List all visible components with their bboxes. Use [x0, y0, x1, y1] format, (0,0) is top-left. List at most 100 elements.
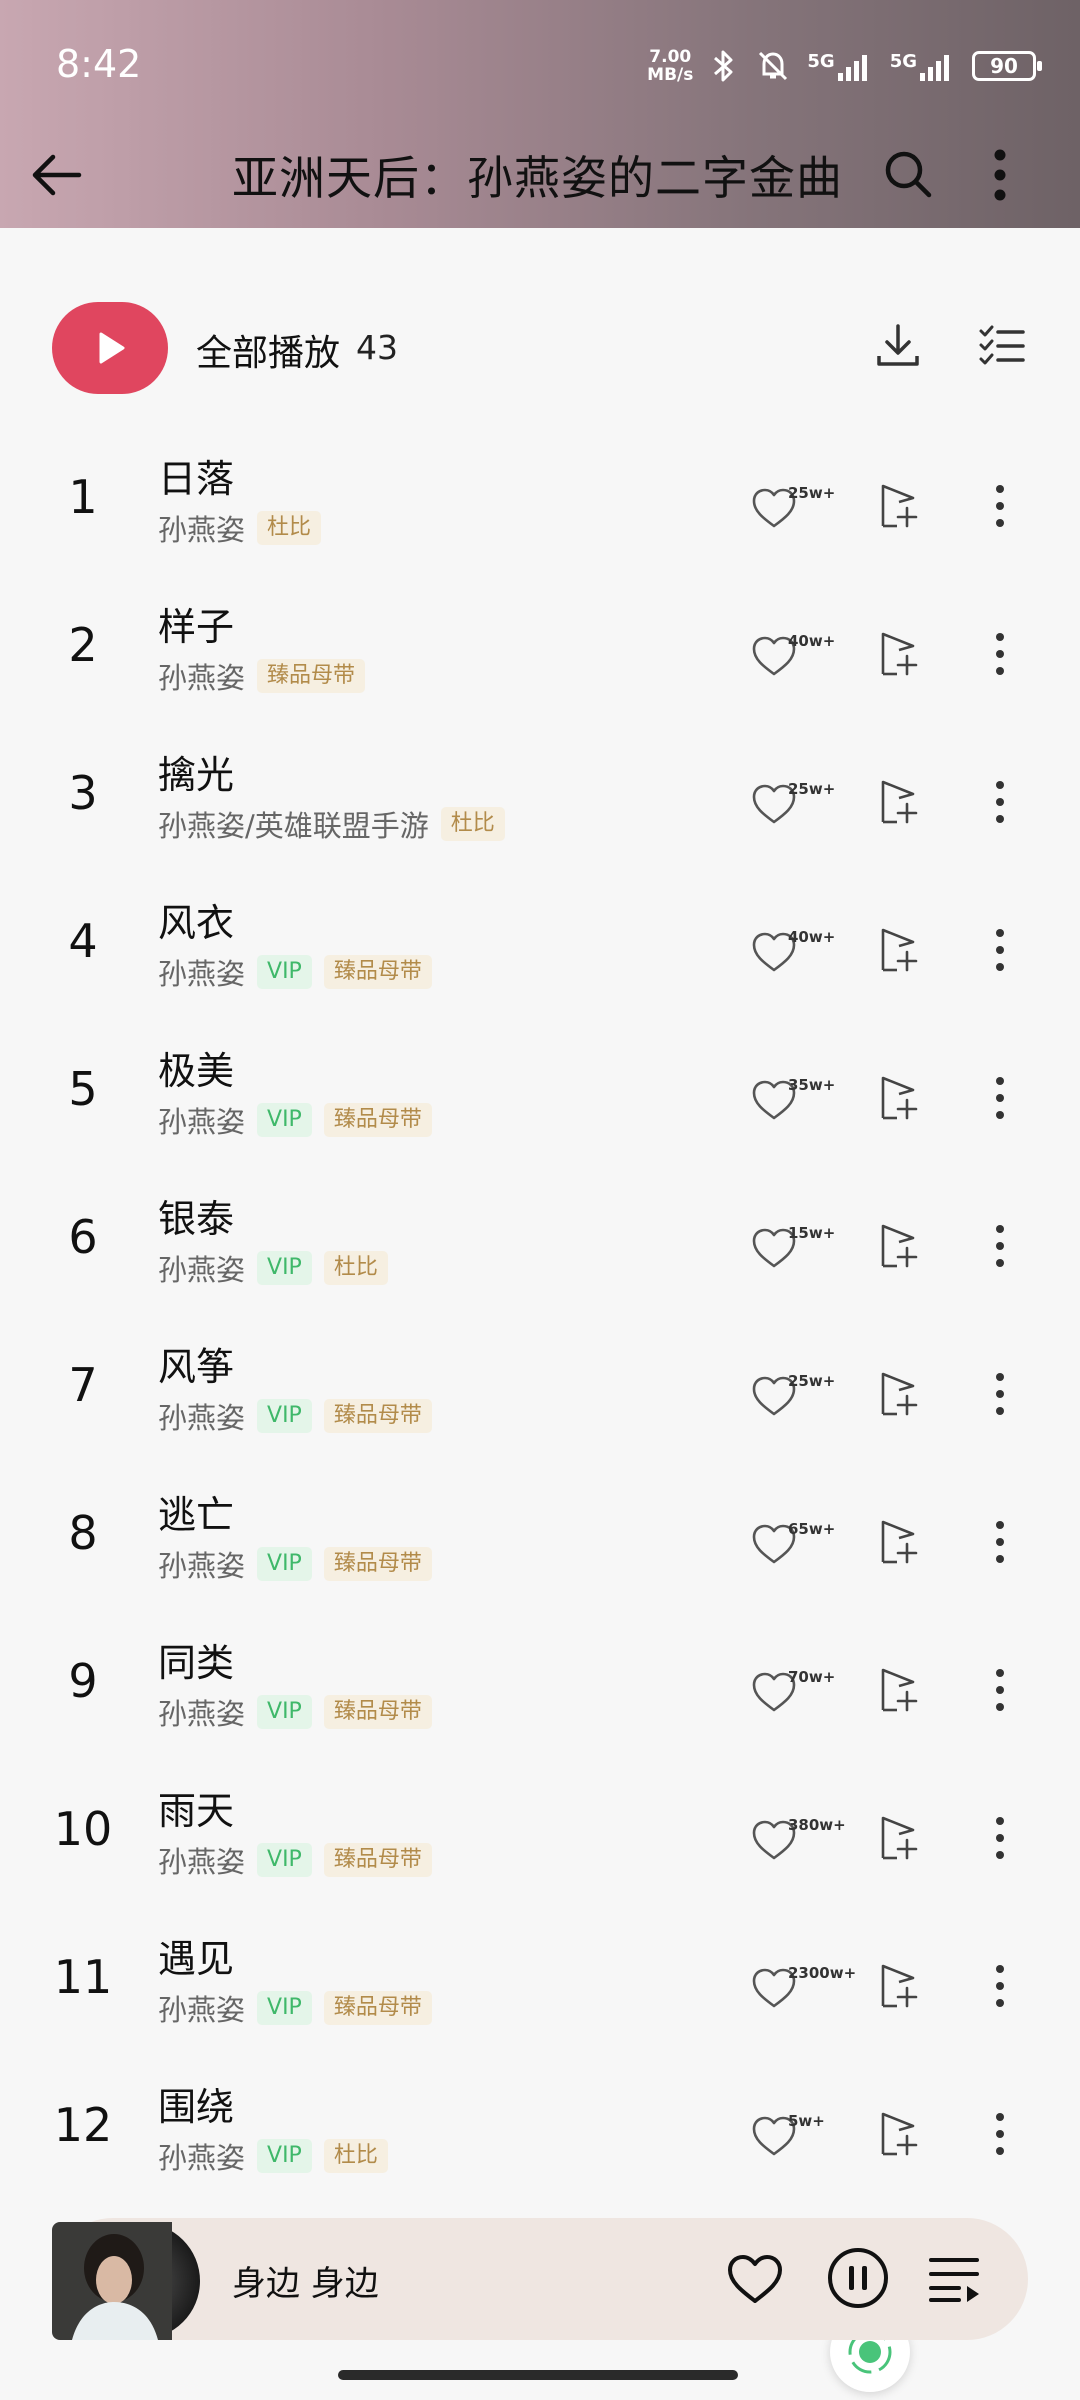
- player-like-button[interactable]: [722, 2246, 788, 2312]
- song-artist: 孙燕姿: [158, 1401, 246, 1435]
- download-button[interactable]: [868, 316, 928, 376]
- song-artist: 孙燕姿: [158, 513, 246, 547]
- checklist-icon: [979, 325, 1025, 365]
- more-button[interactable]: [970, 140, 1030, 210]
- arrow-left-icon: [32, 154, 82, 196]
- more-vertical-icon: [996, 1077, 1004, 1119]
- quality-badge: 杜比: [323, 2139, 388, 2173]
- pause-button[interactable]: [824, 2244, 892, 2312]
- like-count: 15w+: [788, 1224, 836, 1242]
- bell-off-icon: [759, 51, 788, 81]
- quality-badge: 臻品母带: [323, 1695, 432, 1729]
- song-artist: 孙燕姿: [158, 1697, 246, 1731]
- song-row[interactable]: 10 雨天 孙燕姿 VIP 臻品母带 380w+: [0, 1772, 1080, 1920]
- song-title: 银泰: [158, 1197, 235, 1241]
- song-row[interactable]: 6 银泰 孙燕姿 VIP 杜比 15w+: [0, 1180, 1080, 1328]
- song-more-button[interactable]: [970, 770, 1030, 834]
- like-button[interactable]: 35w+: [748, 1058, 868, 1138]
- search-button[interactable]: [876, 142, 940, 206]
- mini-player[interactable]: 身边 身边: [52, 2218, 1028, 2340]
- music-add-icon: [881, 1816, 918, 1860]
- music-add-icon: [881, 484, 918, 528]
- add-to-playlist-button[interactable]: [872, 626, 928, 682]
- playlist-button[interactable]: [922, 2246, 988, 2312]
- like-button[interactable]: 25w+: [748, 762, 868, 842]
- more-vertical-icon: [996, 1817, 1004, 1859]
- song-more-button[interactable]: [970, 1510, 1030, 1574]
- network-type-label: 5G: [889, 51, 917, 72]
- network-speed-value: 7.00: [649, 47, 692, 67]
- now-playing-title[interactable]: 身边 身边: [232, 2256, 379, 2305]
- back-button[interactable]: [22, 140, 92, 210]
- song-row[interactable]: 7 风筝 孙燕姿 VIP 臻品母带 25w+: [0, 1328, 1080, 1476]
- like-button[interactable]: 15w+: [748, 1206, 868, 1286]
- signal-bars-icon: [837, 55, 867, 81]
- song-title: 日落: [158, 457, 235, 501]
- like-button[interactable]: 25w+: [748, 466, 868, 546]
- like-button[interactable]: 2300w+: [748, 1946, 868, 2026]
- song-number: 3: [68, 766, 98, 820]
- song-row[interactable]: 11 遇见 孙燕姿 VIP 臻品母带 2300w+: [0, 1920, 1080, 2068]
- more-vertical-icon: [996, 1669, 1004, 1711]
- more-vertical-icon: [994, 149, 1006, 201]
- more-vertical-icon: [996, 781, 1004, 823]
- play-all-button[interactable]: [52, 302, 168, 394]
- vip-badge: VIP: [257, 1103, 312, 1137]
- multi-select-button[interactable]: [972, 316, 1032, 376]
- add-to-playlist-button[interactable]: [872, 1514, 928, 1570]
- album-cover[interactable]: [52, 2222, 200, 2340]
- quality-badge: 臻品母带: [323, 1103, 432, 1137]
- add-to-playlist-button[interactable]: [872, 1218, 928, 1274]
- song-more-button[interactable]: [970, 474, 1030, 538]
- home-indicator[interactable]: [338, 2370, 738, 2380]
- add-to-playlist-button[interactable]: [872, 478, 928, 534]
- song-more-button[interactable]: [970, 1806, 1030, 1870]
- more-vertical-icon: [996, 633, 1004, 675]
- like-button[interactable]: 25w+: [748, 1354, 868, 1434]
- like-button[interactable]: 380w+: [748, 1798, 868, 1878]
- song-more-button[interactable]: [970, 1214, 1030, 1278]
- song-row[interactable]: 8 逃亡 孙燕姿 VIP 臻品母带 65w+: [0, 1476, 1080, 1624]
- add-to-playlist-button[interactable]: [872, 1810, 928, 1866]
- like-button[interactable]: 70w+: [748, 1650, 868, 1730]
- like-button[interactable]: 65w+: [748, 1502, 868, 1582]
- play-all-label[interactable]: 全部播放: [196, 324, 340, 376]
- add-to-playlist-button[interactable]: [872, 774, 928, 830]
- music-add-icon: [881, 632, 918, 676]
- song-meta: 孙燕姿 杜比: [158, 508, 322, 548]
- like-button[interactable]: 5w+: [748, 2094, 868, 2174]
- song-more-button[interactable]: [970, 622, 1030, 686]
- add-to-playlist-button[interactable]: [872, 1366, 928, 1422]
- like-button[interactable]: 40w+: [748, 614, 868, 694]
- song-more-button[interactable]: [970, 918, 1030, 982]
- song-more-button[interactable]: [970, 1658, 1030, 1722]
- vip-badge: VIP: [257, 1991, 312, 2025]
- like-button[interactable]: 40w+: [748, 910, 868, 990]
- song-row[interactable]: 5 极美 孙燕姿 VIP 臻品母带 35w+: [0, 1032, 1080, 1180]
- music-add-icon: [881, 2112, 918, 2156]
- song-artist: 孙燕姿: [158, 1993, 246, 2027]
- more-vertical-icon: [996, 485, 1004, 527]
- song-more-button[interactable]: [970, 1362, 1030, 1426]
- add-to-playlist-button[interactable]: [872, 2106, 928, 2162]
- more-vertical-icon: [996, 1225, 1004, 1267]
- song-artist: 孙燕姿: [158, 957, 246, 991]
- add-to-playlist-button[interactable]: [872, 1662, 928, 1718]
- song-row[interactable]: 2 样子 孙燕姿 臻品母带 40w+: [0, 588, 1080, 736]
- song-row[interactable]: 12 围绕 孙燕姿 VIP 杜比 5w+: [0, 2068, 1080, 2216]
- song-row[interactable]: 9 同类 孙燕姿 VIP 臻品母带 70w+: [0, 1624, 1080, 1772]
- status-icons: 7.00 MB/s 5G 5G 90: [647, 44, 1042, 88]
- song-more-button[interactable]: [970, 1954, 1030, 2018]
- add-to-playlist-button[interactable]: [872, 922, 928, 978]
- song-row[interactable]: 3 擒光 孙燕姿/英雄联盟手游 杜比 25w+: [0, 736, 1080, 884]
- song-title: 擒光: [158, 753, 235, 797]
- add-to-playlist-button[interactable]: [872, 1958, 928, 2014]
- music-add-icon: [881, 1520, 918, 1564]
- title-bar: 亚洲天后：孙燕姿的二字金曲: [0, 120, 1080, 228]
- song-more-button[interactable]: [970, 1066, 1030, 1130]
- music-add-icon: [881, 780, 918, 824]
- song-row[interactable]: 4 风衣 孙燕姿 VIP 臻品母带 40w+: [0, 884, 1080, 1032]
- add-to-playlist-button[interactable]: [872, 1070, 928, 1126]
- song-row[interactable]: 1 日落 孙燕姿 杜比 25w+: [0, 440, 1080, 588]
- song-more-button[interactable]: [970, 2102, 1030, 2166]
